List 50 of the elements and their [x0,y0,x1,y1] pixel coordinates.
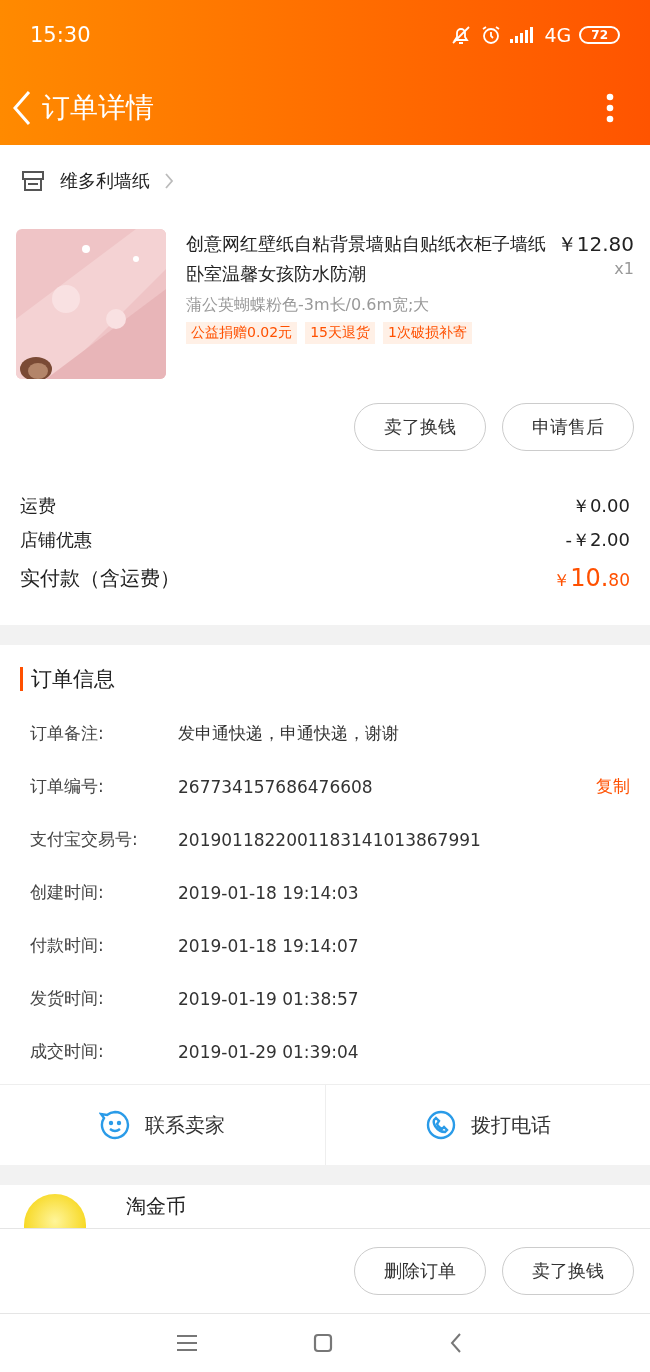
info-label: 订单备注: [30,722,105,745]
back-icon[interactable] [12,89,32,126]
back-icon[interactable] [449,1332,463,1354]
coin-icon [24,1194,86,1228]
menu-icon[interactable] [177,1334,197,1352]
action-button[interactable]: 申请售后 [502,403,634,451]
fee-value: -￥2.00 [565,528,630,552]
shop-name[interactable]: 维多利墙纸 [60,169,150,193]
total-amount: ￥10.80 [553,563,630,594]
fee-label: 店铺优惠 [20,528,92,552]
fee-label: 实付款（含运费） [20,565,180,592]
info-label: 发货时间: [30,987,105,1010]
muted-bell-icon [450,24,473,46]
shop-icon [20,169,46,193]
coins-title: 淘金币 [126,1193,186,1220]
info-value: 2019-01-18 19:14:03 [178,882,360,903]
info-label: 支付宝交易号: [30,828,139,851]
phone-icon [424,1109,457,1141]
more-icon[interactable] [606,92,614,123]
product-quantity: x1 [614,259,634,278]
info-label: 订单编号: [30,775,105,798]
fee-label: 运费 [20,494,56,518]
info-label: 成交时间: [30,1040,105,1063]
info-label: 创建时间: [30,881,105,904]
product-title[interactable]: 创意网红壁纸自粘背景墙贴自贴纸衣柜子墙纸卧室温馨女孩防水防潮 [186,229,549,289]
info-value: 2019-01-18 19:14:07 [178,935,360,956]
info-value: 2019011822001183141013867991 [178,829,482,850]
contact-button[interactable]: 拨打电话 [324,1085,650,1165]
footer-button[interactable]: 卖了换钱 [502,1247,634,1295]
page-title: 订单详情 [42,89,154,126]
battery-icon: 72 [579,26,620,44]
product-price: ￥12.80 [556,231,634,258]
fee-value: ￥0.00 [571,494,630,518]
smiley-chat-icon [99,1109,132,1141]
network-type: 4G [544,24,572,46]
product-sku: 蒲公英蝴蝶粉色-3m长/0.6m宽;大 [186,295,431,316]
service-tag: 15天退货 [305,322,375,344]
action-button[interactable]: 卖了换钱 [354,403,486,451]
contact-button[interactable]: 联系卖家 [0,1085,325,1165]
info-value: 发申通快递，申通快递，谢谢 [178,722,400,745]
service-tag: 1次破损补寄 [383,322,472,344]
footer-button[interactable]: 删除订单 [354,1247,486,1295]
info-label: 付款时间: [30,934,105,957]
home-icon[interactable] [313,1333,333,1353]
status-time: 15:30 [30,23,91,47]
info-value: 267734157686476608 [178,776,374,797]
info-value: 2019-01-19 01:38:57 [178,988,360,1009]
info-value: 2019-01-29 01:39:04 [178,1041,360,1062]
section-title: 订单信息 [20,667,115,691]
service-tag: 公益捐赠0.02元 [186,322,298,344]
